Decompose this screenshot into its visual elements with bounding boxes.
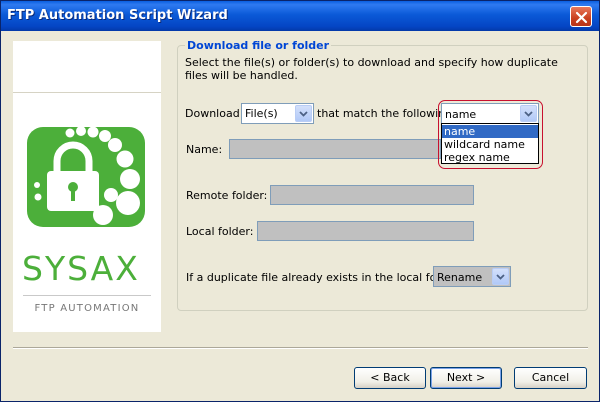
duplicate-action-dropdown-button[interactable] [492,268,509,285]
chevron-down-icon [299,111,308,117]
download-label: Download [185,107,240,120]
chevron-down-icon [496,274,505,280]
cancel-button[interactable]: Cancel [514,367,587,389]
wizard-window: FTP Automation Script Wizard SYSAX FTP A… [0,0,600,402]
close-icon [575,11,588,24]
duplicate-action-select[interactable]: Rename [433,266,511,287]
back-button[interactable]: < Back [354,367,426,389]
brand-divider [23,295,151,296]
remote-folder-label: Remote folder: [186,189,268,202]
section-description: Select the file(s) or folder(s) to downl… [185,56,558,82]
highlight-ring [438,100,543,169]
name-input[interactable] [229,139,441,159]
next-button[interactable]: Next > [430,367,502,389]
footer-separator [13,347,588,349]
name-label: Name: [186,143,223,156]
brand-subtitle: FTP AUTOMATION [34,303,140,314]
download-type-dropdown-button[interactable] [295,105,312,122]
remote-folder-input[interactable] [270,185,474,205]
download-type-select[interactable]: File(s) [241,103,314,124]
local-folder-input[interactable] [257,221,474,241]
download-type-value: File(s) [245,107,278,120]
window-title: FTP Automation Script Wizard [7,8,228,23]
match-label: that match the following [317,107,453,120]
close-button[interactable] [570,6,592,27]
local-folder-label: Local folder: [186,225,254,238]
logo-divider [13,92,161,93]
duplicate-label: If a duplicate file already exists in th… [186,271,462,284]
logo-panel: SYSAX FTP AUTOMATION [13,41,161,332]
title-bar[interactable]: FTP Automation Script Wizard [1,1,599,31]
sysax-logo-icon [27,126,145,227]
duplicate-action-value: Rename [437,271,483,284]
section-title: Download file or folder [185,39,332,52]
brand-name: SYSAX [22,249,140,288]
